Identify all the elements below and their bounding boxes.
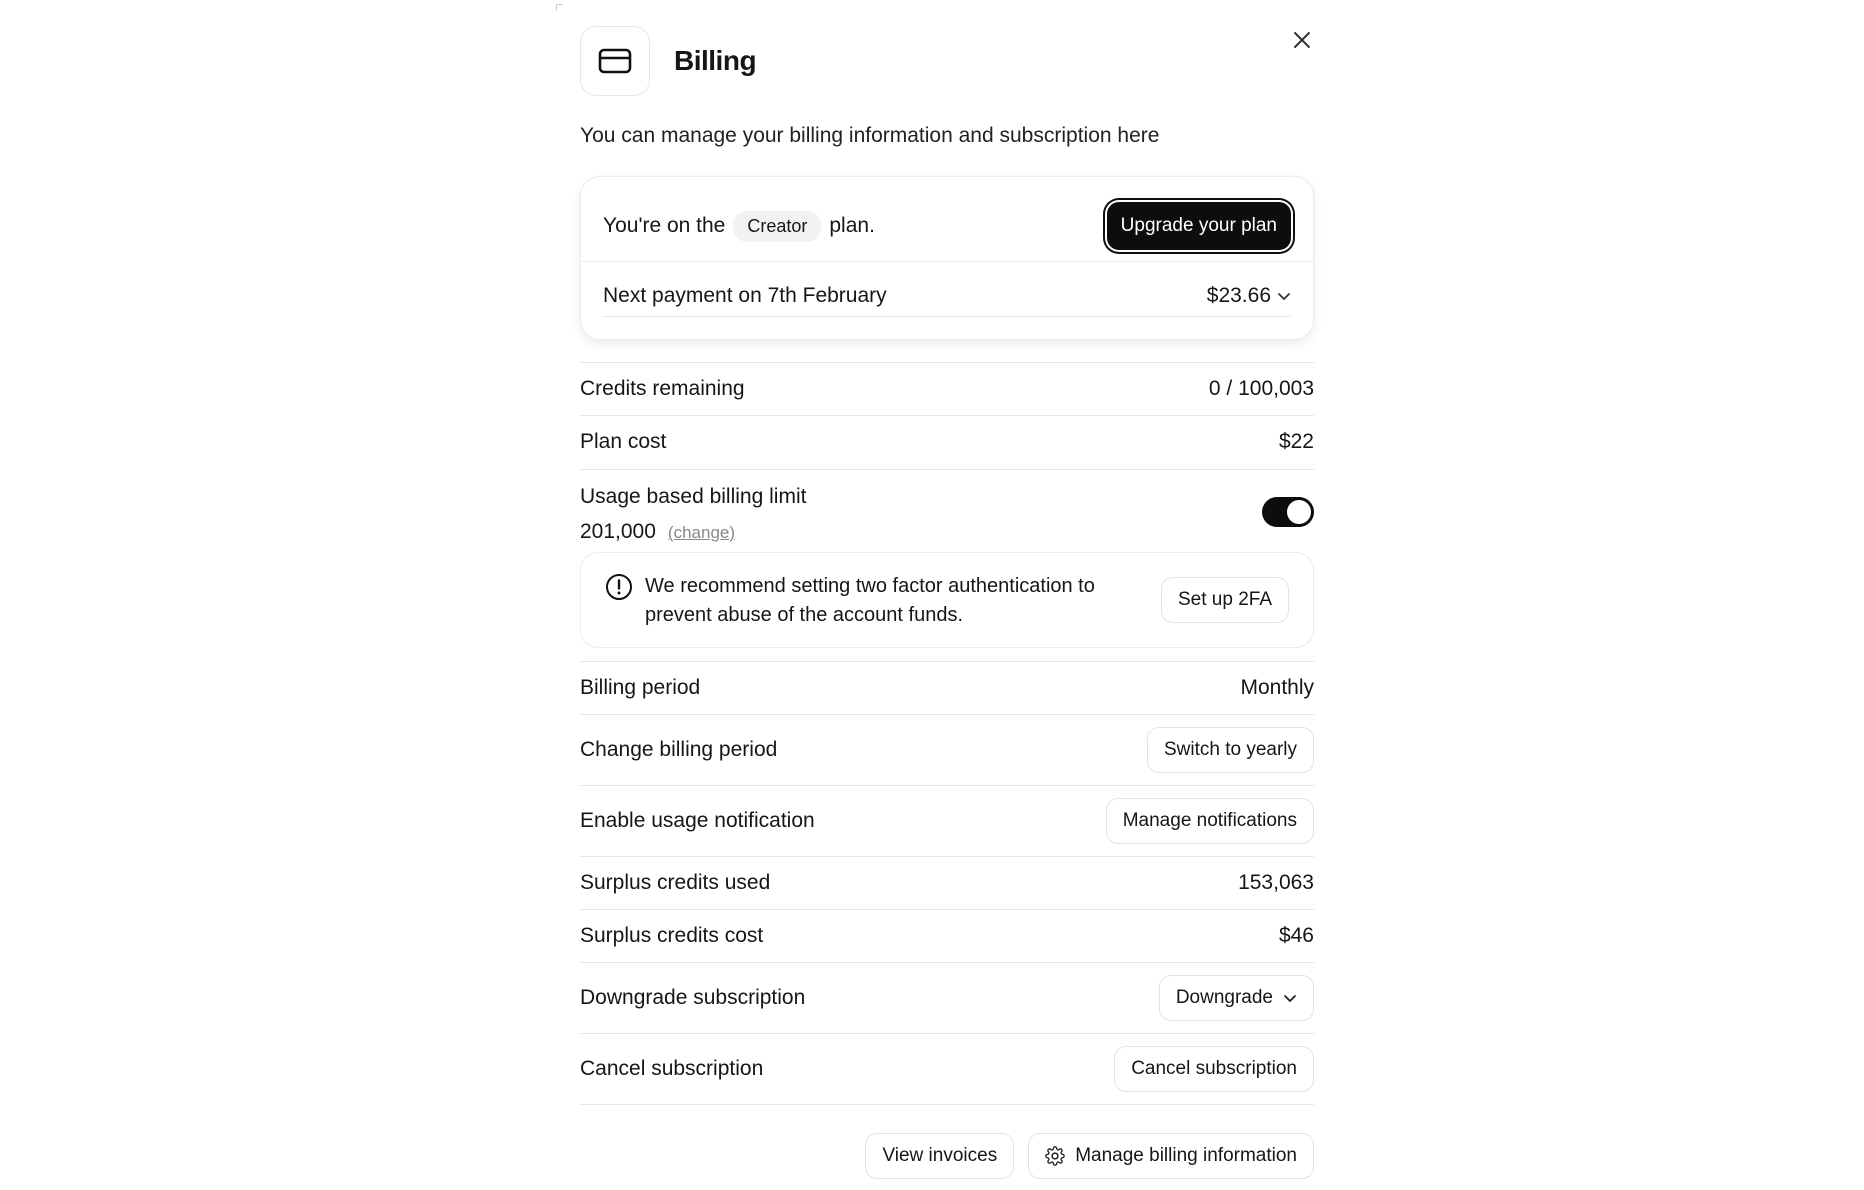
- plan-badge: Creator: [733, 210, 822, 242]
- billing-panel: Billing You can manage your billing info…: [580, 0, 1314, 1190]
- plan-prefix: You're on the: [603, 214, 726, 237]
- toggle-knob: [1287, 500, 1311, 524]
- divider: [580, 909, 1314, 910]
- usage-notification-row: Enable usage notification Manage notific…: [580, 797, 1314, 845]
- next-payment-amount: $23.66: [1206, 283, 1271, 307]
- downgrade-row: Downgrade subscription Downgrade: [580, 974, 1314, 1022]
- view-invoices-button[interactable]: View invoices: [865, 1133, 1015, 1179]
- surplus-cost-value: $46: [1278, 924, 1314, 947]
- dialog-subtitle: You can manage your billing information …: [580, 124, 1160, 147]
- current-plan-text: You're on the Creator plan.: [603, 210, 875, 242]
- dialog-header: Billing: [580, 26, 757, 96]
- gear-icon: [1045, 1146, 1065, 1166]
- current-plan-row: You're on the Creator plan. Upgrade your…: [603, 195, 1291, 257]
- divider: [580, 1033, 1314, 1034]
- dialog-title: Billing: [674, 45, 757, 76]
- divider: [580, 856, 1314, 857]
- cancel-subscription-label: Cancel subscription: [580, 1057, 764, 1080]
- surplus-used-label: Surplus credits used: [580, 871, 771, 894]
- surplus-cost-row: Surplus credits cost $46: [580, 919, 1314, 953]
- billing-period-label: Billing period: [580, 676, 701, 699]
- credits-label: Credits remaining: [580, 377, 745, 400]
- plan-suffix: plan.: [829, 214, 875, 237]
- next-payment-label: Next payment on 7th February: [603, 283, 887, 307]
- card-icon: [598, 48, 632, 74]
- card-icon-container: [580, 26, 650, 96]
- change-limit-link[interactable]: (change): [668, 523, 735, 543]
- next-payment-row: Next payment on 7th February $23.66: [603, 275, 1291, 317]
- surplus-cost-label: Surplus credits cost: [580, 924, 764, 947]
- divider: [580, 962, 1314, 963]
- divider: [580, 469, 1314, 470]
- footer-actions: View invoices Manage billing information: [865, 1133, 1314, 1179]
- downgrade-select-value: Downgrade: [1175, 987, 1273, 1008]
- change-billing-period-label: Change billing period: [580, 738, 778, 761]
- plan-card: You're on the Creator plan. Upgrade your…: [580, 176, 1314, 340]
- surplus-used-value: 153,063: [1238, 871, 1314, 894]
- billing-period-value: Monthly: [1240, 676, 1314, 699]
- billing-period-row: Billing period Monthly: [580, 671, 1314, 705]
- usage-limit-value-group: 201,000 (change): [580, 520, 735, 544]
- usage-limit-value: 201,000: [580, 520, 656, 543]
- downgrade-label: Downgrade subscription: [580, 986, 806, 1009]
- two-factor-alert-text: We recommend setting two factor authenti…: [645, 575, 1095, 626]
- divider: [580, 785, 1314, 786]
- usage-limit-toggle[interactable]: [1262, 497, 1314, 527]
- usage-notification-label: Enable usage notification: [580, 809, 815, 832]
- window-corner-mark: [556, 4, 563, 11]
- plan-cost-row: Plan cost $22: [580, 425, 1314, 459]
- credits-row: Credits remaining 0 / 100,003: [580, 372, 1314, 406]
- surplus-used-row: Surplus credits used 153,063: [580, 866, 1314, 900]
- switch-to-yearly-button[interactable]: Switch to yearly: [1146, 727, 1314, 773]
- plan-card-divider: [581, 261, 1313, 262]
- usage-limit-row: Usage based billing limit 201,000 (chang…: [580, 480, 1314, 550]
- chevron-down-icon: [1278, 292, 1290, 300]
- chevron-down-icon: [1284, 995, 1296, 1003]
- divider: [580, 415, 1314, 416]
- credits-value: 0 / 100,003: [1208, 377, 1314, 400]
- plan-cost-value: $22: [1278, 430, 1314, 453]
- info-icon: [606, 574, 632, 600]
- change-billing-period-row: Change billing period Switch to yearly: [580, 726, 1314, 774]
- plan-cost-label: Plan cost: [580, 430, 667, 453]
- setup-2fa-button[interactable]: Set up 2FA: [1160, 577, 1289, 623]
- divider: [580, 661, 1314, 662]
- divider: [580, 1104, 1314, 1105]
- two-factor-alert: We recommend setting two factor authenti…: [580, 552, 1314, 648]
- upgrade-plan-button[interactable]: Upgrade your plan: [1106, 202, 1291, 250]
- usage-limit-label: Usage based billing limit: [580, 485, 807, 508]
- manage-billing-button[interactable]: Manage billing information: [1028, 1133, 1314, 1179]
- next-payment-amount-toggle[interactable]: $23.66: [1207, 284, 1291, 308]
- manage-notifications-button[interactable]: Manage notifications: [1105, 798, 1314, 844]
- divider: [580, 362, 1314, 363]
- manage-billing-label: Manage billing information: [1075, 1145, 1297, 1166]
- downgrade-select[interactable]: Downgrade: [1158, 975, 1314, 1021]
- divider: [580, 714, 1314, 715]
- cancel-subscription-button[interactable]: Cancel subscription: [1114, 1046, 1314, 1092]
- cancel-subscription-row: Cancel subscription Cancel subscription: [580, 1045, 1314, 1093]
